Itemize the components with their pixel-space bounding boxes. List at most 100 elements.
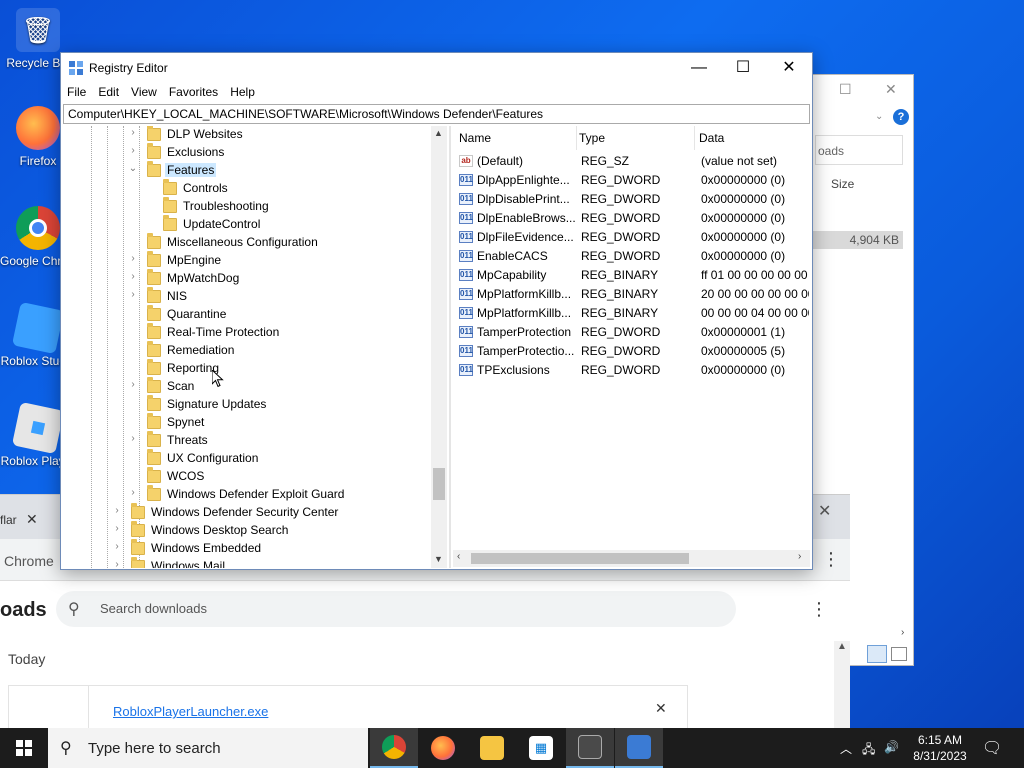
remove-download-icon[interactable]: ✕ (655, 700, 667, 717)
scroll-right-icon[interactable]: › (798, 551, 801, 562)
expand-arrow-icon[interactable]: › (111, 541, 123, 552)
scroll-thumb[interactable] (471, 553, 689, 564)
tree-scrollbar[interactable]: ▲ ▼ (431, 126, 447, 568)
download-file-link[interactable]: RobloxPlayerLauncher.exe (113, 704, 268, 719)
taskbar-firefox[interactable] (419, 728, 467, 768)
tree-node[interactable]: › DLP Websites (63, 126, 429, 144)
tree-node[interactable]: Miscellaneous Configuration (63, 233, 429, 252)
downloads-menu-icon[interactable]: ⋮ (810, 599, 828, 620)
tree-node[interactable]: › Windows Embedded (63, 539, 429, 558)
value-row[interactable]: 011 TPExclusions REG_DWORD 0x00000000 (0) (453, 361, 810, 380)
tree-node[interactable]: › Exclusions (63, 143, 429, 162)
close-button[interactable]: ✕ (767, 57, 811, 81)
tree-node[interactable]: UX Configuration (63, 449, 429, 468)
taskbar-task-manager[interactable] (566, 728, 614, 768)
address-bar[interactable]: Computer\HKEY_LOCAL_MACHINE\SOFTWARE\Mic… (63, 104, 810, 124)
tree-node[interactable]: › Windows Defender Security Center (63, 503, 429, 522)
values-hscrollbar[interactable]: ‹ › (453, 550, 810, 567)
show-hidden-icons-chevron-icon[interactable]: ︿ (840, 740, 852, 757)
value-row[interactable]: 011 TamperProtection REG_DWORD 0x00000001 (… (453, 323, 810, 342)
tree-node[interactable]: › Windows Desktop Search (63, 521, 429, 540)
menu-file[interactable]: File (61, 83, 92, 99)
expand-arrow-icon[interactable]: › (127, 433, 139, 444)
large-icons-view-icon[interactable] (891, 647, 907, 661)
tree-node[interactable]: Controls (63, 179, 429, 198)
taskbar-clock[interactable]: 6:15 AM 8/31/2023 (900, 732, 980, 764)
taskbar-chrome[interactable] (370, 728, 418, 768)
details-view-icon[interactable] (867, 645, 887, 663)
value-row[interactable]: 011 DlpDisablePrint... REG_DWORD 0x00000000… (453, 190, 810, 209)
tree-node[interactable]: Real-Time Protection (63, 323, 429, 342)
help-icon[interactable]: ? (893, 109, 909, 125)
expand-arrow-icon[interactable]: › (127, 271, 139, 282)
close-window-icon[interactable]: ✕ (818, 501, 831, 521)
taskbar-search-input[interactable]: ⚲ Type here to search (48, 728, 368, 768)
scroll-up-icon[interactable]: ▲ (837, 641, 847, 652)
pane-splitter[interactable] (449, 126, 451, 568)
column-header-type[interactable]: Type (579, 126, 695, 150)
value-row[interactable]: 011 TamperProtectio... REG_DWORD 0x00000005… (453, 342, 810, 361)
menu-help[interactable]: Help (224, 83, 261, 99)
tree-node[interactable]: › MpEngine (63, 251, 429, 270)
expand-arrow-icon[interactable]: › (127, 487, 139, 498)
collapse-arrow-icon[interactable]: ⌄ (127, 163, 139, 174)
tree-node[interactable]: Quarantine (63, 305, 429, 324)
close-tab-icon[interactable]: ✕ (26, 511, 38, 528)
minimize-button[interactable]: — (677, 57, 721, 81)
value-row[interactable]: 011 MpPlatformKillb... REG_BINARY 20 00 00 … (453, 285, 810, 304)
tree-node[interactable]: › Threats (63, 431, 429, 450)
explorer-search-input[interactable]: oads (815, 135, 903, 165)
tree-node[interactable]: Remediation (63, 341, 429, 360)
taskbar-file-explorer[interactable] (468, 728, 516, 768)
close-icon[interactable]: ✕ (885, 81, 897, 98)
expand-arrow-icon[interactable]: › (127, 127, 139, 138)
value-row[interactable]: 011 MpCapability REG_BINARY ff 01 00 00 00 … (453, 266, 810, 285)
expand-arrow-icon[interactable]: › (127, 289, 139, 300)
maximize-button[interactable]: ☐ (721, 57, 765, 81)
tree-node[interactable]: Signature Updates (63, 395, 429, 414)
tab-title[interactable]: flar (0, 513, 17, 527)
tree-node[interactable]: › Windows Mail (63, 557, 429, 568)
start-button[interactable] (0, 728, 48, 768)
menu-favorites[interactable]: Favorites (163, 83, 224, 99)
downloads-search-input[interactable]: ⚲ Search downloads (56, 591, 736, 627)
column-header-data[interactable]: Data (699, 126, 810, 150)
tree-node[interactable]: UpdateControl (63, 215, 429, 234)
expand-arrow-icon[interactable]: › (111, 559, 123, 568)
expand-arrow-icon[interactable]: › (111, 505, 123, 516)
scroll-right-icon[interactable]: › (901, 627, 904, 638)
value-row[interactable]: 011 MpPlatformKillb... REG_BINARY 00 00 00 … (453, 304, 810, 323)
menu-edit[interactable]: Edit (92, 83, 125, 99)
chevron-down-icon[interactable]: ⌄ (875, 111, 883, 122)
scroll-left-icon[interactable]: ‹ (457, 551, 460, 562)
value-row[interactable]: 011 DlpEnableBrows... REG_DWORD 0x00000000 … (453, 209, 810, 228)
expand-arrow-icon[interactable]: › (111, 523, 123, 534)
title-bar[interactable]: Registry Editor — ☐ ✕ (61, 53, 812, 83)
tree-node[interactable]: ⌄ Features (63, 161, 429, 180)
taskbar-regedit[interactable] (615, 728, 663, 768)
expand-arrow-icon[interactable]: › (127, 253, 139, 264)
network-icon[interactable]: 🖧 (862, 740, 875, 761)
tree-node[interactable]: Troubleshooting (63, 197, 429, 216)
scroll-up-icon[interactable]: ▲ (434, 128, 443, 138)
maximize-icon[interactable]: ☐ (839, 81, 852, 98)
tree-node[interactable]: WCOS (63, 467, 429, 486)
menu-view[interactable]: View (125, 83, 163, 99)
scroll-thumb[interactable] (433, 468, 445, 500)
more-menu-icon[interactable]: ⋮ (822, 549, 840, 570)
expand-arrow-icon[interactable]: › (127, 379, 139, 390)
value-row[interactable]: 011 EnableCACS REG_DWORD 0x00000000 (0) (453, 247, 810, 266)
volume-icon[interactable]: 🔊 (884, 740, 899, 754)
size-column-header[interactable]: Size (831, 177, 854, 191)
taskbar-store[interactable]: ▦ (517, 728, 565, 768)
value-row[interactable]: ab (Default) REG_SZ (value not set) (453, 152, 810, 171)
tree-node[interactable]: › MpWatchDog (63, 269, 429, 288)
scroll-down-icon[interactable]: ▼ (434, 554, 443, 564)
tree-node[interactable]: › Scan (63, 377, 429, 396)
downloads-scrollbar[interactable]: ▲ (834, 641, 850, 731)
value-row[interactable]: 011 DlpAppEnlighte... REG_DWORD 0x00000000 … (453, 171, 810, 190)
tree-node[interactable]: Spynet (63, 413, 429, 432)
tree-node[interactable]: Reporting (63, 359, 429, 378)
tree-node[interactable]: › NIS (63, 287, 429, 306)
expand-arrow-icon[interactable]: › (127, 145, 139, 156)
